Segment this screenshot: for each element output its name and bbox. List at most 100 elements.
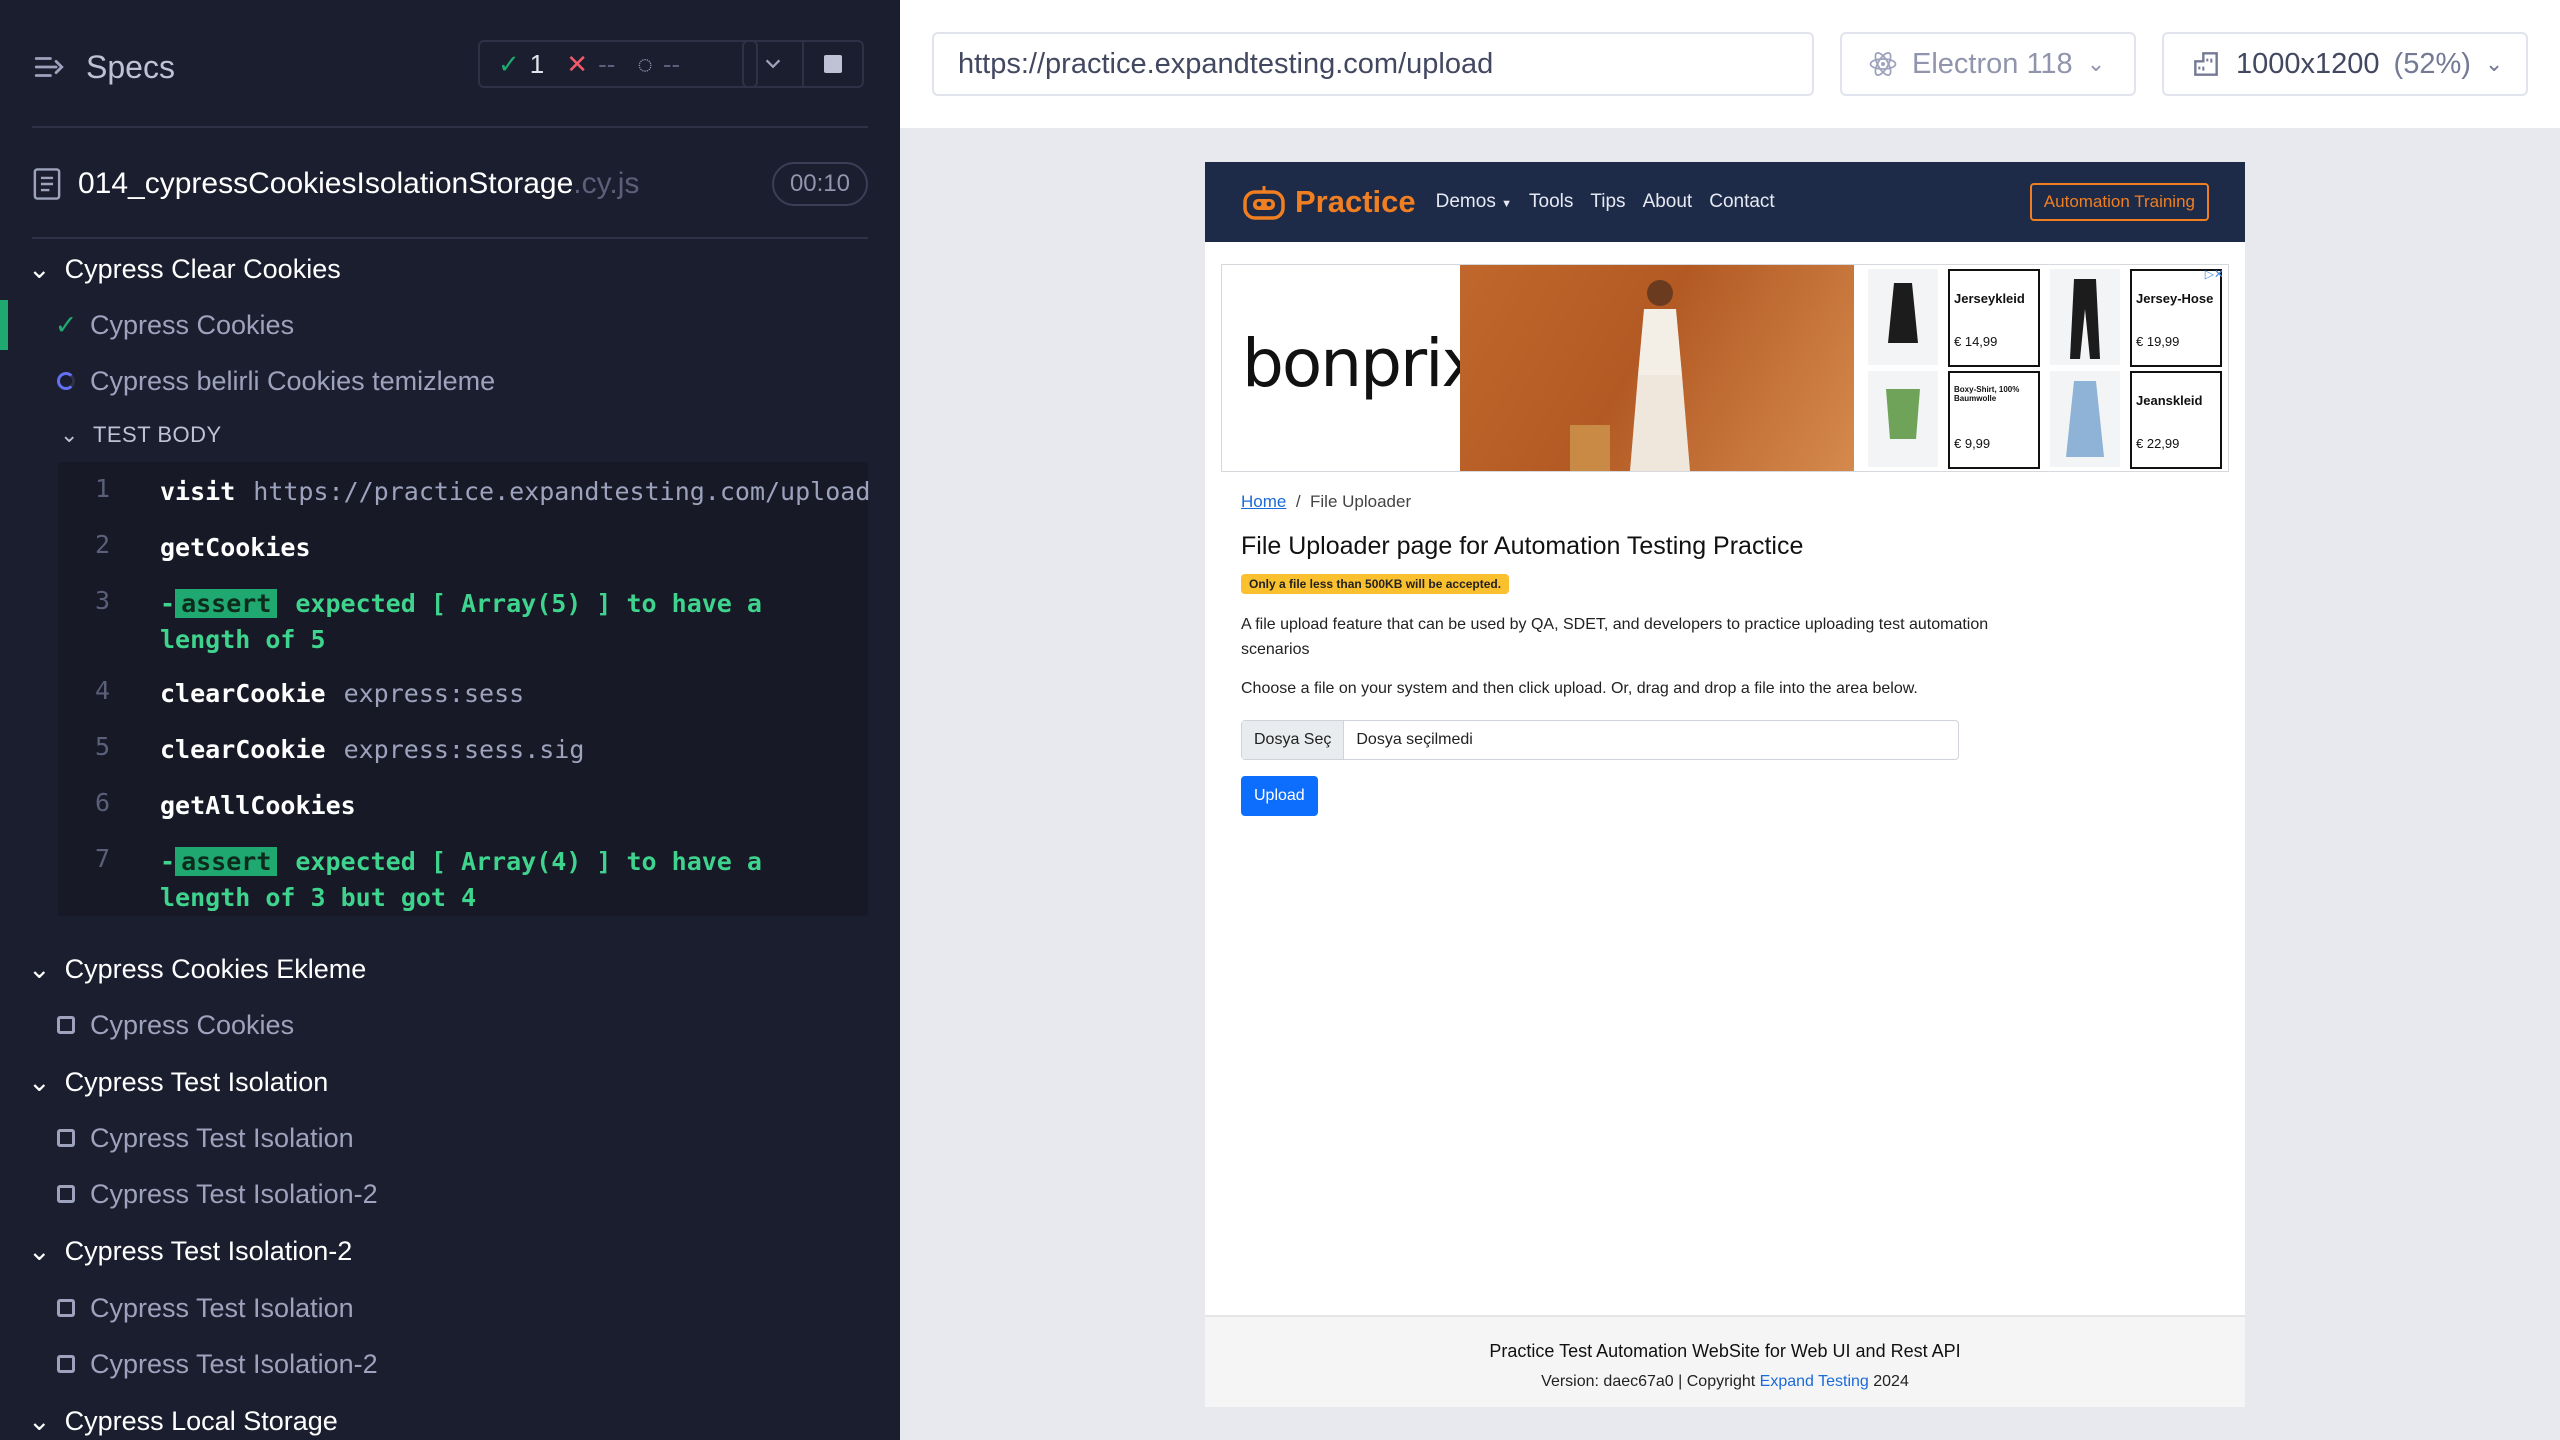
file-icon bbox=[33, 168, 61, 200]
test-row[interactable]: Cypress belirli Cookies temizleme bbox=[0, 356, 868, 406]
check-icon: ✓ bbox=[54, 309, 78, 340]
chevron-down-icon: ⌄ bbox=[2086, 51, 2106, 76]
chevron-down-icon: ⌄ bbox=[28, 1235, 51, 1266]
ad-products: Jerseykleid € 14,99 Jersey-Hose € 19,99 Bo… bbox=[1868, 269, 2224, 469]
suite-row[interactable]: ⌄ Cypress Cookies Ekleme bbox=[0, 944, 868, 994]
nav-tools[interactable]: Tools bbox=[1529, 191, 1573, 213]
suite-row[interactable]: ⌄ Cypress Local Storage bbox=[0, 1396, 868, 1440]
app-toolbar: https://practice.expandtesting.com/uploa… bbox=[900, 0, 2560, 128]
spinner-icon: ◌ bbox=[637, 48, 653, 79]
nav-tips[interactable]: Tips bbox=[1590, 191, 1625, 213]
chevron-down-icon bbox=[765, 59, 781, 69]
suite-row[interactable]: ⌄ Cypress Test Isolation-2 bbox=[0, 1226, 868, 1276]
ad-product-card[interactable]: Jerseykleid € 14,99 bbox=[1948, 269, 2040, 367]
pending-square-icon bbox=[56, 1016, 76, 1034]
chevron-down-icon: ⌄ bbox=[28, 1405, 51, 1436]
test-row[interactable]: Cypress Cookies bbox=[0, 1000, 868, 1050]
footer-copyright: Version: daec67a0 | Copyright Expand Tes… bbox=[1541, 1373, 1909, 1390]
ad-banner[interactable]: bonprix. Jerseykleid € 14,99 Jersey-Hose €… bbox=[1221, 264, 2229, 472]
pending-square-icon bbox=[56, 1355, 76, 1373]
command-arg: express:sess bbox=[343, 679, 525, 708]
ad-product-image bbox=[1868, 371, 1938, 467]
stop-button[interactable] bbox=[802, 40, 864, 88]
ad-product-card[interactable]: Boxy-Shirt, 100% Baumwolle € 9,99 bbox=[1948, 371, 2040, 469]
divider bbox=[32, 126, 868, 128]
command-name: getCookies bbox=[160, 533, 311, 562]
suite-row[interactable]: ⌄ Cypress Clear Cookies bbox=[0, 244, 868, 294]
suite-row[interactable]: ⌄ Cypress Test Isolation bbox=[0, 1057, 868, 1107]
ad-model-photo bbox=[1460, 265, 1854, 471]
chevron-down-icon: ⌄ bbox=[28, 253, 51, 284]
automation-training-button[interactable]: Automation Training bbox=[2029, 183, 2209, 221]
ad-product-card[interactable]: Jeanskleid € 22,99 bbox=[2130, 371, 2222, 469]
page-description: A file upload feature that can be used b… bbox=[1241, 616, 1989, 658]
chevron-down-icon: ⌄ bbox=[28, 953, 51, 984]
app-under-test: Practice Demos ▼ Tools Tips About Contac… bbox=[1205, 162, 2245, 1407]
site-navbar: Practice Demos ▼ Tools Tips About Contac… bbox=[1205, 162, 2245, 242]
collapse-button[interactable] bbox=[742, 40, 804, 88]
command-arg: express:sess.sig bbox=[343, 735, 585, 764]
command-name: getAllCookies bbox=[160, 791, 356, 820]
ad-product-image bbox=[1868, 269, 1938, 365]
breadcrumb: Home / File Uploader bbox=[1241, 492, 1412, 511]
divider bbox=[32, 237, 868, 239]
test-row[interactable]: Cypress Test Isolation-2 bbox=[0, 1169, 868, 1219]
spec-name[interactable]: 014_cypressCookiesIsolationStorage bbox=[78, 167, 573, 201]
test-stats: ✓ 1 ✕ -- ◌ -- bbox=[478, 40, 758, 88]
pending-square-icon bbox=[56, 1299, 76, 1317]
ad-product-image bbox=[2050, 371, 2120, 467]
command-log: 1 visit https://practice.expandtesting.co… bbox=[58, 462, 871, 916]
size-warning-badge: Only a file less than 500KB will be acce… bbox=[1241, 574, 1510, 594]
site-logo[interactable]: Practice bbox=[1241, 182, 1416, 222]
nav-demos[interactable]: Demos ▼ bbox=[1436, 191, 1512, 213]
test-row[interactable]: Cypress Test Isolation bbox=[0, 1283, 868, 1333]
test-row[interactable]: ✓ Cypress Cookies bbox=[0, 300, 868, 350]
breadcrumb-home-link[interactable]: Home bbox=[1241, 492, 1286, 511]
failed-count: ✕ -- bbox=[566, 48, 616, 79]
caret-down-icon: ▼ bbox=[1501, 198, 1512, 210]
specs-title: Specs bbox=[86, 48, 175, 85]
chevron-down-icon: ⌄ bbox=[60, 422, 79, 447]
specs-toggle[interactable]: Specs bbox=[32, 49, 175, 86]
command-arg: https://practice.expandtesting.com/uploa… bbox=[253, 477, 871, 506]
robot-logo-icon bbox=[1243, 186, 1285, 220]
test-row[interactable]: Cypress Test Isolation-2 bbox=[0, 1339, 868, 1389]
ad-product-card[interactable]: Jersey-Hose € 19,99 bbox=[2130, 269, 2222, 367]
pending-square-icon bbox=[56, 1185, 76, 1203]
chevron-down-icon: ⌄ bbox=[2484, 51, 2504, 76]
browser-selector[interactable]: Electron 118 ⌄ bbox=[1840, 32, 2136, 96]
pending-count: ◌ -- bbox=[637, 48, 681, 79]
electron-icon bbox=[1869, 52, 1897, 76]
url-bar[interactable]: https://practice.expandtesting.com/uploa… bbox=[932, 32, 1814, 96]
running-icon bbox=[56, 372, 76, 390]
command-name: clearCookie bbox=[160, 735, 326, 764]
page-title: File Uploader page for Automation Testin… bbox=[1241, 532, 1804, 560]
ruler-icon bbox=[2194, 52, 2218, 76]
test-body-toggle[interactable]: ⌄ TEST BODY bbox=[0, 410, 868, 460]
viewport-selector[interactable]: 1000x1200 (52%) ⌄ bbox=[2162, 32, 2528, 96]
expand-testing-link[interactable]: Expand Testing bbox=[1760, 1373, 1869, 1390]
pending-square-icon bbox=[56, 1129, 76, 1147]
x-icon: ✕ bbox=[566, 48, 589, 79]
reporter-panel: Specs ✓ 1 ✕ -- ◌ -- 014_cypressCookiesIsola… bbox=[0, 0, 900, 1440]
specs-list-icon bbox=[34, 57, 64, 77]
choose-file-button[interactable]: Dosya Seç bbox=[1242, 721, 1345, 759]
ad-product-image bbox=[2050, 269, 2120, 365]
footer-tagline: Practice Test Automation WebSite for Web… bbox=[1489, 1341, 1961, 1361]
file-status: Dosya seçilmedi bbox=[1356, 731, 1473, 748]
assert-tag: assert bbox=[175, 589, 278, 618]
nav-contact[interactable]: Contact bbox=[1709, 191, 1774, 213]
nav-about[interactable]: About bbox=[1643, 191, 1693, 213]
adchoices-icon[interactable]: ▷✕ bbox=[2205, 267, 2224, 281]
check-icon: ✓ bbox=[498, 48, 520, 79]
upload-button[interactable]: Upload bbox=[1241, 776, 1318, 816]
test-row[interactable]: Cypress Test Isolation bbox=[0, 1113, 868, 1163]
page-instructions: Choose a file on your system and then cl… bbox=[1241, 680, 1918, 697]
spec-ext: .cy.js bbox=[573, 167, 640, 200]
file-input[interactable]: Dosya Seç Dosya seçilmedi bbox=[1241, 720, 1959, 760]
reporter-header: Specs ✓ 1 ✕ -- ◌ -- bbox=[32, 40, 868, 94]
stop-icon bbox=[824, 55, 842, 73]
assert-message: expected [ Array(5) ] to have a bbox=[295, 589, 762, 618]
site-footer: Practice Test Automation WebSite for Web… bbox=[1205, 1315, 2245, 1407]
spec-file-header: 014_cypressCookiesIsolationStorage .cy.js… bbox=[32, 156, 868, 212]
